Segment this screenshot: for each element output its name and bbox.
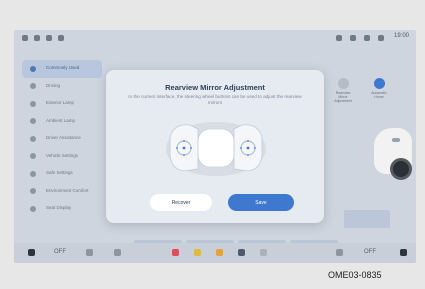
tile[interactable] (344, 210, 390, 228)
sidebar-item-label: Environment Comfort (46, 187, 89, 193)
sidebar-item-label: Vehicle Settings (46, 152, 79, 158)
home-icon[interactable] (28, 249, 35, 256)
sidebar-item-safe-settings[interactable]: Safe Settings (22, 165, 102, 183)
control-label: Rearview Mirror Adjustment (334, 91, 352, 103)
app-icon[interactable] (194, 249, 201, 256)
sidebar-item-vehicle-settings[interactable]: Vehicle Settings (22, 148, 102, 166)
bluetooth-icon (364, 35, 370, 41)
app-icon[interactable] (172, 249, 179, 256)
recover-button[interactable]: Recover (150, 194, 212, 211)
sidebar-item-label: Driver Assistance (46, 135, 81, 141)
seat-heat-icon[interactable] (336, 249, 343, 256)
app-icon[interactable] (216, 249, 223, 256)
media-icon[interactable] (46, 35, 52, 41)
sidebar-item-label: Exterior Lamp (46, 100, 75, 106)
seat-icon (30, 205, 36, 212)
headlamp-icon (30, 100, 36, 107)
sidebar-item-label: Ambient Lamp (46, 117, 76, 123)
app-icon[interactable] (260, 249, 267, 256)
sidebar-item-ambient-lamp[interactable]: Ambient Lamp (22, 113, 102, 131)
star-icon (30, 65, 36, 72)
steering-wheel-icon (30, 83, 36, 90)
phone-icon[interactable] (34, 35, 40, 41)
figure-caption: OME03-0835 (328, 270, 382, 280)
home-icon[interactable] (22, 35, 28, 41)
vehicle-image (374, 118, 412, 184)
dialog-title: Rearview Mirror Adjustment (165, 83, 265, 92)
phone-icon[interactable] (114, 249, 121, 256)
volume-icon (378, 35, 384, 41)
dialog-description: In the current interface, the steering w… (128, 94, 302, 105)
sidebar-item-commonly-used[interactable]: Commonly Used (22, 60, 102, 78)
mirror-icon (337, 78, 349, 89)
infotainment-screen: 19:00 Commonly Used Driving Exterior Lam… (14, 30, 416, 263)
climate-icon (30, 188, 36, 195)
sidebar-item-label: Seat Display (46, 205, 72, 211)
sidebar-item-driving[interactable]: Driving (22, 78, 102, 96)
sidebar-item-environment-comfort[interactable]: Environment Comfort (22, 183, 102, 201)
status-bar: 19:00 (14, 30, 416, 46)
sidebar-item-label: Safe Settings (46, 170, 73, 176)
car-icon (30, 153, 36, 160)
automatic-home-control[interactable]: Automatic Home (368, 78, 390, 99)
control-label: Automatic Home (371, 91, 387, 99)
menu-icon[interactable] (400, 249, 407, 256)
bottom-dock: OFF OFF (14, 243, 416, 263)
sidebar-item-label: Commonly Used (46, 65, 80, 71)
sidebar-item-seat-display[interactable]: Seat Display (22, 200, 102, 218)
right-temp-status[interactable]: OFF (364, 249, 376, 255)
settings-icon[interactable] (58, 35, 64, 41)
fan-icon[interactable] (86, 249, 93, 256)
app-icon[interactable] (238, 249, 245, 256)
sidebar-item-label: Driving (46, 82, 61, 88)
ambient-light-icon (30, 118, 36, 125)
clock: 19:00 (393, 33, 409, 39)
sidebar-item-exterior-lamp[interactable]: Exterior Lamp (22, 95, 102, 113)
home-icon (373, 78, 385, 89)
wifi-icon (350, 35, 356, 41)
settings-sidebar: Commonly Used Driving Exterior Lamp Ambi… (22, 60, 102, 218)
left-temp-status[interactable]: OFF (54, 249, 66, 255)
rearview-mirror-adjustment-control[interactable]: Rearview Mirror Adjustment (332, 78, 354, 103)
steering-wheel-illustration (166, 122, 266, 176)
shield-icon (30, 170, 36, 177)
driver-assist-icon (30, 135, 36, 142)
sidebar-item-driver-assistance[interactable]: Driver Assistance (22, 130, 102, 148)
save-button[interactable]: Save (228, 194, 294, 211)
signal-icon (336, 35, 342, 41)
